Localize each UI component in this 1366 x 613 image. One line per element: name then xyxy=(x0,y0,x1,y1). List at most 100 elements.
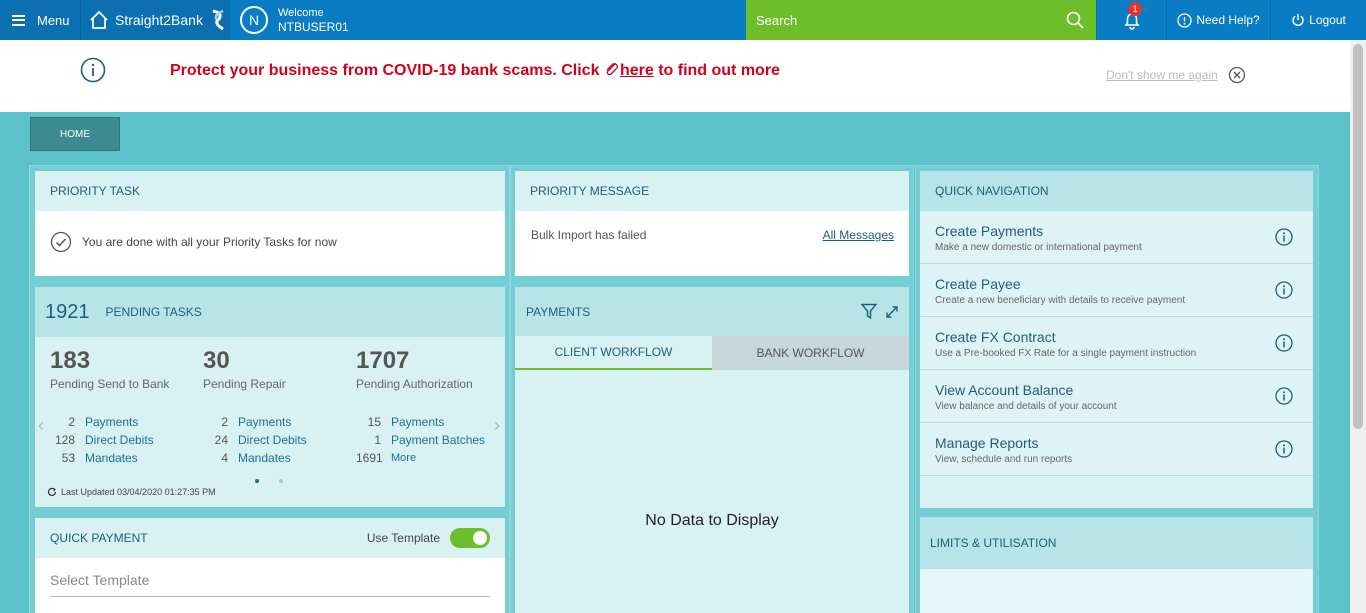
avatar[interactable]: N xyxy=(240,6,268,34)
pending-column-send: 183 Pending Send to Bank 2 Payments 128 Di… xyxy=(50,347,203,467)
covid-banner: Protect your business from COVID-19 bank… xyxy=(0,40,1350,112)
dont-show-again-link[interactable]: Don't show me again xyxy=(1106,68,1218,82)
user-welcome: N Welcome NTBUSER01 xyxy=(230,0,746,40)
quick-nav-manage-reports[interactable]: Manage Reports View, schedule and run re… xyxy=(920,423,1313,476)
username: NTBUSER01 xyxy=(278,19,349,34)
limits-utilisation-card: LIMITS & UTILISATION xyxy=(920,517,1313,613)
banner-message: Protect your business from COVID-19 bank… xyxy=(170,61,780,80)
quick-nav-title: Create FX Contract xyxy=(935,329,1056,345)
quick-nav-view-account-balance[interactable]: View Account Balance View balance and de… xyxy=(920,370,1313,423)
info-icon[interactable] xyxy=(1275,228,1293,246)
chevron-right-icon[interactable]: › xyxy=(494,415,500,436)
pending-column-authorization: 1707 Pending Authorization 15 Payments 1P… xyxy=(356,347,509,467)
pending-tasks-card: 1921 PENDING TASKS 183 Pending Send to B… xyxy=(35,287,505,507)
refresh-icon[interactable] xyxy=(47,487,57,497)
expand-icon[interactable] xyxy=(885,305,899,319)
tab-client-workflow[interactable]: CLIENT WORKFLOW xyxy=(515,336,712,370)
priority-task-message: You are done with all your Priority Task… xyxy=(82,235,337,249)
quick-nav-desc: View balance and details of your account xyxy=(935,401,1117,412)
home-brand-link[interactable]: Straight2Bank xyxy=(80,0,230,40)
use-template-toggle[interactable] xyxy=(450,528,490,548)
banner-message-prefix: Protect your business from COVID-19 bank… xyxy=(170,62,600,79)
select-template-input[interactable] xyxy=(50,572,490,597)
pending-number[interactable]: 1707 xyxy=(356,347,509,375)
no-data-message: No Data to Display xyxy=(645,512,779,529)
priority-task-card: PRIORITY TASK You are done with all your… xyxy=(35,171,505,276)
list-item[interactable]: 4 Mandates xyxy=(203,449,356,467)
quick-nav-desc: Use a Pre-booked FX Rate for a single pa… xyxy=(935,348,1197,359)
carousel-dot[interactable] xyxy=(279,479,283,483)
notification-badge: 1 xyxy=(1128,2,1142,16)
pending-label: Pending Authorization xyxy=(356,377,473,391)
quick-nav-desc: Make a new domestic or international pay… xyxy=(935,242,1142,253)
quick-nav-create-fx-contract[interactable]: Create FX Contract Use a Pre-booked FX R… xyxy=(920,317,1313,370)
list-item[interactable]: 2 Payments xyxy=(50,413,203,431)
banner-message-suffix: to find out more xyxy=(658,62,780,79)
search-input[interactable] xyxy=(756,12,1046,28)
close-icon[interactable] xyxy=(1228,66,1246,84)
quick-nav-title: Manage Reports xyxy=(935,435,1039,451)
priority-message-text: Bulk Import has failed xyxy=(531,228,647,242)
quick-nav-create-payments[interactable]: Create Payments Make a new domestic or i… xyxy=(920,211,1313,264)
use-template-label: Use Template xyxy=(366,531,440,545)
pending-number[interactable]: 183 xyxy=(50,347,203,375)
quick-nav-create-payee[interactable]: Create Payee Create a new beneficiary wi… xyxy=(920,264,1313,317)
carousel-dot-active[interactable] xyxy=(255,479,259,483)
pending-label: Pending Send to Bank xyxy=(50,377,170,391)
pending-number[interactable]: 30 xyxy=(203,347,356,375)
info-icon[interactable] xyxy=(1275,387,1293,405)
filter-icon[interactable] xyxy=(861,303,877,320)
quick-nav-title: View Account Balance xyxy=(935,382,1074,398)
menu-button[interactable]: Menu xyxy=(0,0,80,40)
last-updated: Last Updated 03/04/2020 01:27:35 PM xyxy=(47,487,216,497)
quick-nav-desc: View, schedule and run reports xyxy=(935,454,1073,465)
list-item[interactable]: 1691 More xyxy=(356,449,509,467)
search-bar xyxy=(746,0,1096,40)
brand-name: Straight2Bank xyxy=(115,12,203,28)
list-item[interactable]: 53 Mandates xyxy=(50,449,203,467)
info-icon[interactable] xyxy=(1275,281,1293,299)
quick-navigation-card: QUICK NAVIGATION Create Payments Make a … xyxy=(920,171,1313,508)
pending-total-count: 1921 xyxy=(45,300,90,323)
quick-navigation-title: QUICK NAVIGATION xyxy=(920,171,1313,211)
priority-task-title: PRIORITY TASK xyxy=(35,171,505,211)
power-icon xyxy=(1292,14,1304,27)
quick-nav-title: Create Payee xyxy=(935,276,1021,292)
scrollbar-thumb[interactable] xyxy=(1353,44,1363,429)
paperclip-icon xyxy=(606,63,618,76)
top-bar: Menu Straight2Bank N Welcome NTBUSER01 1 xyxy=(0,0,1366,40)
quick-payment-card: QUICK PAYMENT Use Template xyxy=(35,518,505,613)
list-item[interactable]: 128 Direct Debits xyxy=(50,431,203,449)
info-icon[interactable] xyxy=(1275,334,1293,352)
list-item[interactable]: 2 Payments xyxy=(203,413,356,431)
tab-home[interactable]: HOME xyxy=(30,117,120,151)
all-messages-link[interactable]: All Messages xyxy=(823,228,894,242)
search-icon[interactable] xyxy=(1066,11,1084,29)
quick-payment-title: QUICK PAYMENT xyxy=(50,531,148,545)
payments-card: PAYMENTS CLIENT WORKFLOW BANK WORKFLOW N… xyxy=(515,287,909,613)
need-help-button[interactable]: Need Help? xyxy=(1166,0,1270,40)
bank-logo-icon xyxy=(212,9,224,31)
payments-title: PAYMENTS xyxy=(526,304,591,319)
pending-tasks-title: PENDING TASKS xyxy=(105,305,202,319)
info-icon[interactable] xyxy=(1275,440,1293,458)
pending-label: Pending Repair xyxy=(203,377,286,391)
notifications-button[interactable]: 1 xyxy=(1096,0,1166,40)
page-scrollbar[interactable] xyxy=(1350,40,1366,613)
last-updated-text: Last Updated 03/04/2020 01:27:35 PM xyxy=(61,487,216,497)
priority-message-title: PRIORITY MESSAGE xyxy=(515,171,909,211)
logout-label: Logout xyxy=(1309,13,1346,27)
list-item[interactable]: 24 Direct Debits xyxy=(203,431,356,449)
list-item[interactable]: 15 Payments xyxy=(356,413,509,431)
banner-here-link[interactable]: here xyxy=(620,62,654,79)
menu-label: Menu xyxy=(37,12,70,28)
need-help-label: Need Help? xyxy=(1196,13,1260,27)
list-item[interactable]: 1 Payment Batches xyxy=(356,431,509,449)
help-icon xyxy=(1177,12,1192,28)
tab-bank-workflow[interactable]: BANK WORKFLOW xyxy=(712,336,909,370)
carousel-dots xyxy=(255,479,303,483)
quick-nav-title: Create Payments xyxy=(935,223,1044,239)
chevron-left-icon[interactable]: ‹ xyxy=(38,415,44,436)
logout-button[interactable]: Logout xyxy=(1270,0,1366,40)
limits-title: LIMITS & UTILISATION xyxy=(920,517,1313,569)
